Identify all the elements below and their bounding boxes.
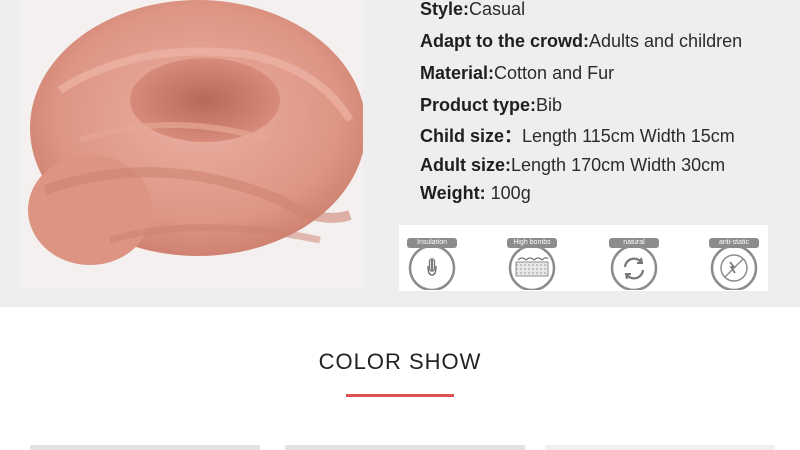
feature-insulation: Insulation (402, 235, 462, 290)
feature-badges: Insulation High bombs natural anti-stati… (399, 225, 768, 291)
spec-label: Adult size: (420, 155, 512, 175)
product-photo-scarf (20, 0, 363, 288)
spec-value: 100g (490, 183, 531, 203)
spec-label: Adapt to the crowd: (420, 31, 589, 51)
spec-style: Style:Casual (420, 0, 525, 20)
spec-value: Length 170cm Width 30cm (511, 155, 726, 175)
product-detail-section: Style:Casual Adapt to the crowd:Adults a… (0, 0, 800, 307)
spec-label: Product type: (420, 95, 537, 115)
color-thumbnail[interactable] (285, 445, 525, 450)
spec-value: Adults and children (589, 31, 743, 51)
feature-label: Insulation (407, 238, 457, 248)
title-underline (346, 394, 454, 397)
feature-anti-static: anti-static (704, 235, 764, 290)
color-thumbnail[interactable] (545, 445, 775, 450)
spec-material: Material:Cotton and Fur (420, 62, 614, 84)
feature-high-bombs: High bombs (502, 235, 562, 290)
feature-label: natural (609, 238, 659, 248)
spec-value: Bib (536, 95, 563, 115)
feature-label: High bombs (507, 238, 557, 248)
feature-natural: natural (604, 235, 664, 290)
spec-label: Material: (420, 63, 495, 83)
spec-label: Child size： (420, 126, 523, 146)
spec-child-size: Child size：Length 115cm Width 15cm (420, 125, 735, 147)
spec-value: Length 115cm Width 15cm (522, 126, 735, 146)
spec-label: Weight: (420, 183, 491, 203)
feature-label: anti-static (709, 238, 759, 248)
spec-label: Style: (420, 0, 470, 19)
spec-weight: Weight: 100g (420, 182, 531, 204)
spec-product-type: Product type:Bib (420, 94, 562, 116)
color-show-title: COLOR SHOW (318, 349, 482, 374)
spec-value: Casual (469, 0, 526, 19)
spec-crowd: Adapt to the crowd:Adults and children (420, 30, 742, 52)
spec-value: Cotton and Fur (494, 63, 615, 83)
spec-adult-size: Adult size:Length 170cm Width 30cm (420, 154, 725, 176)
color-thumbnail[interactable] (30, 445, 260, 450)
